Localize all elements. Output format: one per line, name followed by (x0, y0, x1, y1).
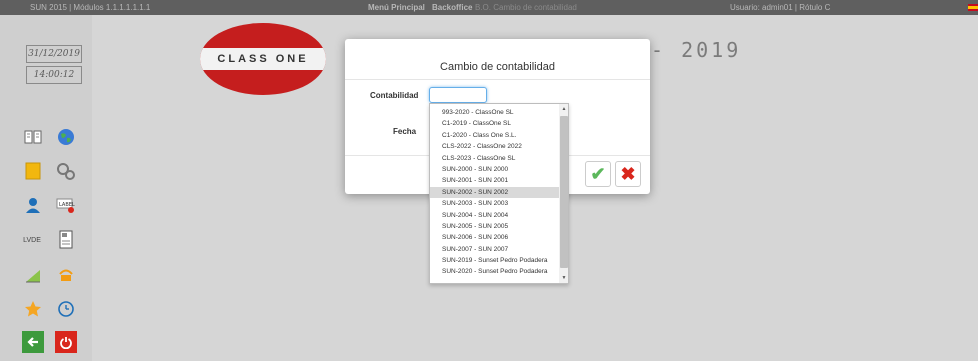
dropdown-option[interactable]: SUN-2020 - Sunset Pedro Podadera (430, 266, 559, 277)
dropdown-option[interactable]: SUN-2004 - SUN 2004 (430, 210, 559, 221)
time-display: 14:00:12 (26, 66, 82, 84)
chart-icon[interactable] (22, 264, 44, 286)
modal-header-divider (345, 79, 650, 80)
gears-icon[interactable] (55, 160, 77, 182)
dropdown-option[interactable]: SUN-2007 - SUN 2007 (430, 244, 559, 255)
menu-principal-link[interactable]: Menú Principal (368, 0, 425, 15)
book-icon[interactable] (22, 126, 44, 148)
date-display: 31/12/2019 (26, 45, 82, 63)
backoffice-link[interactable]: Backoffice (432, 0, 472, 15)
folder-icon[interactable] (22, 160, 44, 182)
contabilidad-label: Contabilidad (370, 91, 419, 100)
breadcrumb-current: B.O. Cambio de contabilidad (475, 3, 577, 12)
lvde-icon[interactable]: LVDE (18, 229, 46, 251)
label-icon-text: LABEL (59, 202, 75, 208)
dropdown-option[interactable]: CLS-2022 - ClassOne 2022 (430, 141, 559, 152)
dropdown-option[interactable]: SUN-2002 - SUN 2002 (430, 186, 559, 199)
user-icon[interactable] (22, 194, 44, 216)
modal-title: Cambio de contabilidad (440, 61, 555, 73)
top-bar: SUN 2015 | Módulos 1.1.1.1.1.1.1 Menú Pr… (0, 0, 978, 15)
globe-icon[interactable] (55, 126, 77, 148)
dropdown-option[interactable]: 993-2020 - ClassOne SL (430, 107, 559, 118)
dropdown-option[interactable]: SUN-2006 - SUN 2006 (430, 232, 559, 243)
dropdown-option[interactable]: SUN-2001 - SUN 2001 (430, 175, 559, 186)
app-version: SUN 2015 | Módulos 1.1.1.1.1.1.1 (30, 3, 151, 12)
dropdown-option[interactable]: SUN-2003 - SUN 2003 (430, 198, 559, 209)
document-icon[interactable] (55, 229, 77, 251)
check-icon: ✔ (590, 164, 606, 184)
close-icon: ✖ (620, 164, 636, 184)
dropdown-option[interactable]: SUN-2005 - SUN 2005 (430, 221, 559, 232)
label-icon[interactable]: LABEL (55, 194, 77, 216)
scroll-down-icon[interactable]: ▼ (560, 274, 568, 282)
dropdown-options: 993-2020 - ClassOne SL C1-2019 - ClassOne… (430, 107, 559, 278)
back-arrow-icon[interactable] (22, 331, 44, 353)
star-icon[interactable] (22, 298, 44, 320)
sidebar: 31/12/2019 14:00:12 LABEL LVDE (0, 15, 92, 361)
dropdown-option[interactable]: SUN-2000 - SUN 2000 (430, 164, 559, 175)
clock-icon[interactable] (55, 298, 77, 320)
dropdown-option[interactable]: SUN-2019 - Sunset Pedro Podadera (430, 255, 559, 266)
logo-text: CLASS ONE (200, 48, 326, 70)
accept-button[interactable]: ✔ (585, 161, 611, 187)
dropdown-option[interactable]: C1-2020 - Class One S.L. (430, 130, 559, 141)
cancel-button[interactable]: ✖ (615, 161, 641, 187)
dropdown-option[interactable]: C1-2019 - ClassOne SL (430, 118, 559, 129)
spain-flag-icon[interactable] (968, 4, 978, 11)
dropdown-scrollbar[interactable]: ▲ ▼ (559, 104, 568, 283)
user-info: Usuario: admin01 | Rótulo C (730, 3, 831, 12)
scroll-up-icon[interactable]: ▲ (560, 105, 568, 113)
dropdown-option[interactable]: CLS-2023 - ClassOne SL (430, 153, 559, 164)
power-icon[interactable] (55, 331, 77, 353)
print-icon[interactable] (55, 264, 77, 286)
page-title: - 2019 (651, 38, 742, 62)
scrollbar-thumb[interactable] (560, 116, 568, 268)
fecha-label: Fecha (393, 127, 417, 136)
contabilidad-input[interactable] (429, 87, 487, 103)
class-one-logo: CLASS ONE (200, 23, 326, 95)
contabilidad-dropdown[interactable]: 993-2020 - ClassOne SL C1-2019 - ClassOne… (429, 103, 569, 284)
